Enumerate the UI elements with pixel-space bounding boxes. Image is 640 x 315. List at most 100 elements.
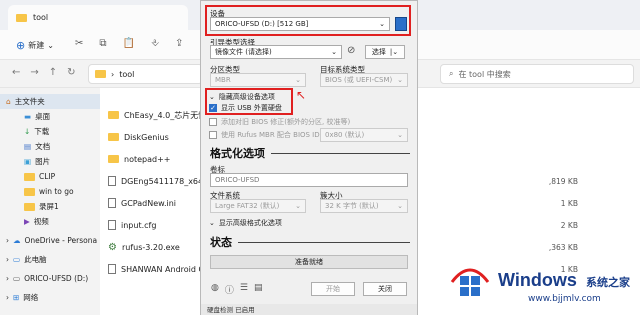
nav-label: 文档: [35, 142, 51, 151]
paste-icon[interactable]: 📋: [123, 38, 135, 49]
file-icon: [108, 220, 116, 230]
nav-item-home[interactable]: ⌂ 主文件夹: [0, 94, 100, 109]
nav-item-desktop[interactable]: ▬ 桌面: [0, 109, 100, 124]
back-icon[interactable]: ←: [12, 67, 20, 78]
share-icon[interactable]: ⇪: [175, 38, 183, 49]
nav-item-this-pc[interactable]: › ▭ 此电脑: [0, 252, 100, 267]
folder-icon: [108, 111, 119, 119]
file-name: input.cfg: [121, 220, 157, 230]
nav-item-pictures[interactable]: ▣ 图片: [0, 154, 100, 169]
nav-item-documents[interactable]: ▤ 文档: [0, 139, 100, 154]
nav-item-usb-drive[interactable]: › ▭ ORICO-UFSD (D:): [0, 271, 100, 286]
checkbox-icon: [209, 118, 217, 126]
volume-input[interactable]: ORICO-UFSD: [210, 173, 408, 187]
chevron-right-icon: ›: [6, 293, 9, 302]
cluster-value: 32 K 字节 (默认): [325, 202, 379, 210]
select-button[interactable]: 选择 |⌄: [365, 45, 405, 59]
address-path: tool: [119, 69, 135, 79]
chevron-down-icon: ⌄: [295, 76, 301, 84]
desktop-icon: ▬: [24, 112, 32, 121]
nav-item-onedrive[interactable]: › ☁ OneDrive - Persona: [0, 233, 100, 248]
boot-select[interactable]: 镜像文件 (请选择) ⌄: [210, 45, 342, 59]
rufus-mbr-checkbox[interactable]: 使用 Rufus MBR 配合 BIOS ID: [209, 130, 320, 140]
fs-select[interactable]: Large FAT32 (默认) ⌄: [210, 199, 306, 213]
home-icon: ⌂: [6, 97, 11, 106]
tab-tool[interactable]: tool: [8, 5, 188, 30]
info-icon[interactable]: ⓘ: [225, 283, 234, 296]
log-icon[interactable]: ▤: [254, 283, 263, 296]
nav-item-recording[interactable]: 录屏1: [0, 199, 100, 214]
device-select[interactable]: ORICO-UFSD (D:) [512 GB] ⌄: [210, 17, 390, 31]
bios-id-select[interactable]: 0x80 (默认) ⌄: [320, 128, 408, 142]
settings-icon[interactable]: ☰: [240, 283, 248, 296]
nav-label: win to go: [39, 187, 74, 196]
nav-item-videos[interactable]: ▶ 视频: [0, 214, 100, 229]
show-format-advanced-toggle[interactable]: ⌄ 显示高级格式化选项: [209, 218, 282, 228]
globe-icon[interactable]: ◍: [211, 283, 219, 296]
partition-select[interactable]: MBR ⌄: [210, 73, 306, 87]
watermark: Windows 系统之家 www.bjjmlv.com: [448, 262, 638, 312]
select-label: 选择: [371, 48, 386, 56]
file-size: 1 KB: [560, 198, 578, 208]
search-icon: ⌕: [449, 69, 454, 78]
format-section-title: 格式化选项: [210, 147, 265, 160]
file-name: rufus-3.20.exe: [121, 242, 180, 252]
chevron-down-icon: ⌄: [209, 93, 215, 101]
file-size: ,819 KB: [548, 176, 578, 186]
forward-icon[interactable]: →: [30, 67, 38, 78]
start-button[interactable]: 开始: [311, 282, 355, 296]
file-icon: [108, 264, 116, 274]
status-bar: 准备就绪: [210, 255, 408, 269]
nav-item-win-to-go[interactable]: win to go: [0, 184, 100, 199]
nav-item-downloads[interactable]: ↓ 下载: [0, 124, 100, 139]
drive-icon: ▭: [13, 274, 21, 283]
chevron-down-icon: ⌄: [47, 41, 54, 50]
save-icon[interactable]: [395, 17, 407, 31]
device-value: ORICO-UFSD (D:) [512 GB]: [215, 20, 309, 28]
close-button[interactable]: 关闭: [363, 282, 407, 296]
chevron-down-icon: ⌄: [397, 131, 403, 139]
nav-label: CLIP: [39, 172, 56, 181]
file-size: ,363 KB: [548, 242, 578, 252]
nav-item-network[interactable]: › ⊞ 网络: [0, 290, 100, 305]
nav-label: OneDrive - Persona: [24, 236, 98, 245]
cluster-select[interactable]: 32 K 字节 (默认) ⌄: [320, 199, 408, 213]
rufus-dialog: 设备 ORICO-UFSD (D:) [512 GB] ⌄ 引导类型选择 镜像文…: [200, 0, 418, 315]
nav-label: 录屏1: [39, 202, 59, 211]
up-icon[interactable]: ↑: [49, 67, 57, 78]
cut-icon[interactable]: ✂: [75, 38, 83, 49]
nav-label: 桌面: [35, 112, 51, 121]
nav-label: 此电脑: [24, 255, 47, 264]
format-section-header: 格式化选项: [210, 145, 410, 161]
download-icon: ↓: [24, 127, 31, 136]
rename-icon[interactable]: ⎀: [151, 38, 159, 49]
show-usb-checkbox[interactable]: ✓ 显示 USB 外置硬盘: [209, 103, 282, 113]
new-button[interactable]: ⊕ 新建 ⌄: [16, 39, 54, 52]
file-name: GCPadNew.ini: [121, 198, 177, 208]
check-icon[interactable]: ⊘: [347, 45, 355, 56]
show-format-advanced-label: 显示高级格式化选项: [218, 219, 282, 227]
checkbox-icon: [209, 131, 217, 139]
footer-icons: ◍ ⓘ ☰ ▤: [211, 283, 262, 296]
address-bar[interactable]: › tool: [88, 64, 203, 84]
status-footer: 硬盘检测 已启用: [201, 304, 417, 315]
chevron-right-icon: ›: [111, 69, 115, 79]
hide-advanced-toggle[interactable]: ⌄ 隐藏高级设备选项: [209, 92, 275, 102]
search-input[interactable]: ⌕ 在 tool 中搜索: [440, 64, 634, 84]
refresh-icon[interactable]: ↻: [67, 67, 75, 78]
pointer-arrow-icon: ↖: [296, 88, 307, 102]
hide-advanced-label: 隐藏高级设备选项: [218, 93, 275, 101]
file-name: DiskGenius: [124, 132, 169, 142]
nav-item-clip[interactable]: CLIP: [0, 169, 100, 184]
usb-app-icon: ⚙: [108, 241, 117, 253]
chevron-down-icon: ⌄: [331, 48, 337, 56]
nav-label: 图片: [35, 157, 51, 166]
copy-icon[interactable]: ⧉: [99, 38, 106, 49]
nav-label: 主文件夹: [14, 97, 45, 106]
watermark-brand-cn: 系统之家: [586, 276, 630, 289]
bios-id-value: 0x80 (默认): [325, 131, 365, 139]
nav-label: 视频: [33, 217, 49, 226]
bios-fix-checkbox[interactable]: 添加对旧 BIOS 修正(额外的分区, 校准等): [209, 117, 350, 127]
target-select[interactable]: BIOS (或 UEFI-CSM) ⌄: [320, 73, 408, 87]
chevron-down-icon: ⌄: [379, 20, 385, 28]
